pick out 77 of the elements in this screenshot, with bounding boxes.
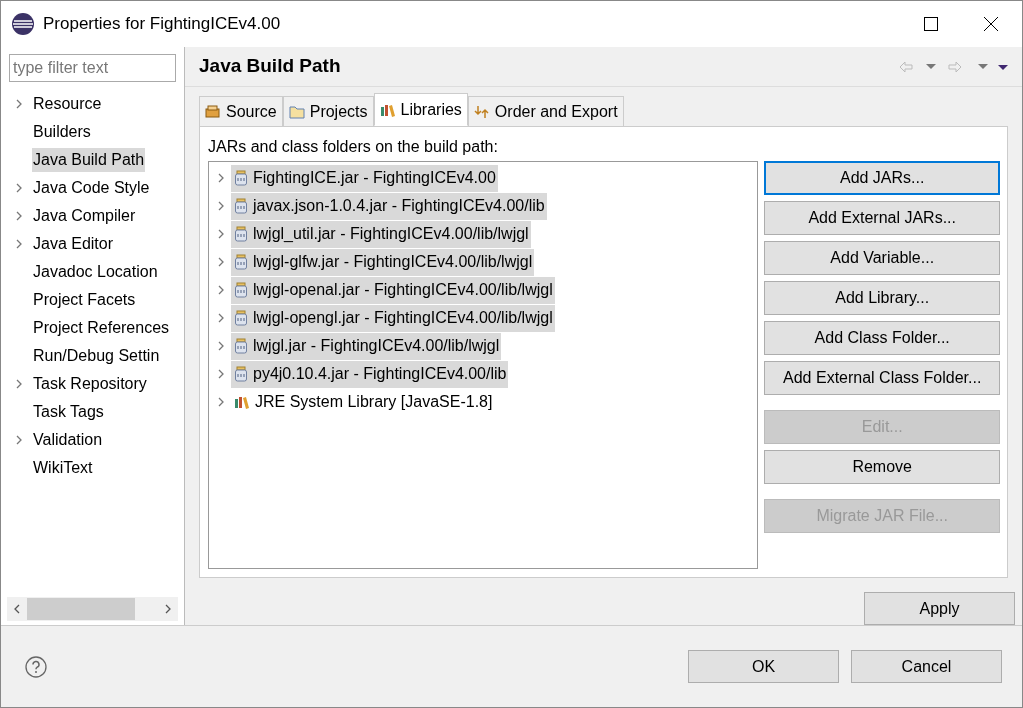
sidebar-item[interactable]: Java Compiler: [32, 204, 137, 228]
chevron-icon[interactable]: [217, 257, 225, 267]
sidebar-item[interactable]: Builders: [32, 120, 92, 144]
action-button[interactable]: Add Library...: [764, 281, 1000, 315]
tab[interactable]: Order and Export: [467, 96, 624, 126]
dialog-button[interactable]: OK: [688, 650, 839, 683]
scroll-left-icon[interactable]: [13, 604, 21, 614]
sidebar-item[interactable]: Run/Debug Settin: [32, 344, 161, 368]
list-caption: JARs and class folders on the build path:: [208, 137, 499, 157]
jar-icon: [234, 338, 248, 354]
list-entry[interactable]: lwjgl-opengl.jar - FightingICEv4.00/lib/lwjgl: [231, 304, 555, 332]
window-title: Properties for FightingICEv4.00: [43, 13, 281, 36]
tab[interactable]: Projects: [282, 96, 374, 126]
list-entry[interactable]: FightingICE.jar - FightingICEv4.00: [231, 164, 498, 192]
chevron-icon[interactable]: [15, 435, 23, 445]
sidebar-item[interactable]: Java Code Style: [32, 176, 151, 200]
tab[interactable]: Libraries: [373, 93, 468, 126]
chevron-icon[interactable]: [217, 341, 225, 351]
list-entry[interactable]: lwjgl-glfw.jar - FightingICEv4.00/lib/lwjgl: [231, 248, 535, 276]
action-button[interactable]: Add Variable...: [764, 241, 1000, 275]
chevron-icon[interactable]: [15, 211, 23, 221]
chevron-icon[interactable]: [15, 239, 23, 249]
jar-icon: [234, 254, 248, 270]
apply-button[interactable]: Apply: [864, 592, 1015, 625]
sidebar-item[interactable]: WikiText: [32, 456, 94, 480]
action-button[interactable]: Remove: [764, 450, 1000, 484]
books-icon: [379, 102, 396, 117]
jar-icon: [234, 226, 248, 242]
chevron-icon[interactable]: [217, 173, 225, 183]
dialog-button[interactable]: Cancel: [851, 650, 1002, 683]
list-entry[interactable]: lwjgl.jar - FightingICEv4.00/lib/lwjgl: [231, 332, 502, 360]
chevron-icon[interactable]: [15, 379, 23, 389]
action-button[interactable]: Add External JARs...: [764, 201, 1000, 235]
list-entry[interactable]: lwjgl-openal.jar - FightingICEv4.00/lib/lwjgl: [231, 276, 555, 304]
sidebar-item[interactable]: Task Tags: [32, 400, 105, 424]
arrows-icon: [473, 104, 490, 119]
jar-icon: [234, 310, 248, 326]
action-button[interactable]: Add External Class Folder...: [764, 361, 1000, 395]
help-icon[interactable]: [25, 655, 47, 678]
chevron-icon[interactable]: [217, 369, 225, 379]
maximize-icon: [924, 17, 938, 31]
navigation-arrows-icon[interactable]: [898, 60, 1008, 73]
filter-field[interactable]: type filter text: [9, 54, 176, 82]
jar-icon: [234, 198, 248, 214]
horizontal-scrollbar[interactable]: [7, 597, 178, 621]
chevron-icon[interactable]: [217, 229, 225, 239]
package-icon: [205, 104, 221, 119]
list-entry[interactable]: javax.json-1.0.4.jar - FightingICEv4.00/lib: [231, 192, 547, 220]
jar-icon: [234, 170, 248, 186]
sidebar-item[interactable]: Javadoc Location: [32, 260, 159, 284]
sidebar-item[interactable]: Project Facets: [32, 288, 137, 312]
page-title: Java Build Path: [199, 54, 341, 79]
chevron-icon[interactable]: [15, 183, 23, 193]
sidebar-item[interactable]: Task Repository: [32, 372, 148, 396]
sidebar-item[interactable]: Java Build Path: [32, 148, 146, 172]
chevron-icon[interactable]: [15, 99, 23, 109]
eclipse-logo-icon: [11, 12, 35, 36]
chevron-icon[interactable]: [217, 201, 225, 211]
list-entry[interactable]: lwjgl_util.jar - FightingICEv4.00/lib/lwjgl: [231, 220, 531, 248]
action-button[interactable]: Add Class Folder...: [764, 321, 1000, 355]
scroll-right-icon[interactable]: [164, 604, 172, 614]
action-button[interactable]: Add JARs...: [764, 161, 1000, 195]
folder-icon: [288, 104, 305, 119]
sidebar-item[interactable]: Validation: [32, 428, 104, 452]
chevron-icon[interactable]: [217, 285, 225, 295]
jar-icon: [234, 282, 248, 298]
chevron-icon[interactable]: [217, 397, 225, 407]
list-entry[interactable]: py4j0.10.4.jar - FightingICEv4.00/lib: [231, 360, 509, 388]
chevron-icon[interactable]: [217, 313, 225, 323]
books-icon: [234, 395, 250, 409]
sidebar-item[interactable]: Java Editor: [32, 232, 115, 256]
sidebar-item[interactable]: Resource: [32, 92, 103, 116]
close-icon: [984, 17, 998, 31]
tab[interactable]: Source: [199, 96, 283, 126]
sidebar-item[interactable]: Project References: [32, 316, 171, 340]
list-entry[interactable]: JRE System Library [JavaSE-1.8]: [231, 388, 495, 416]
jar-icon: [234, 366, 248, 382]
